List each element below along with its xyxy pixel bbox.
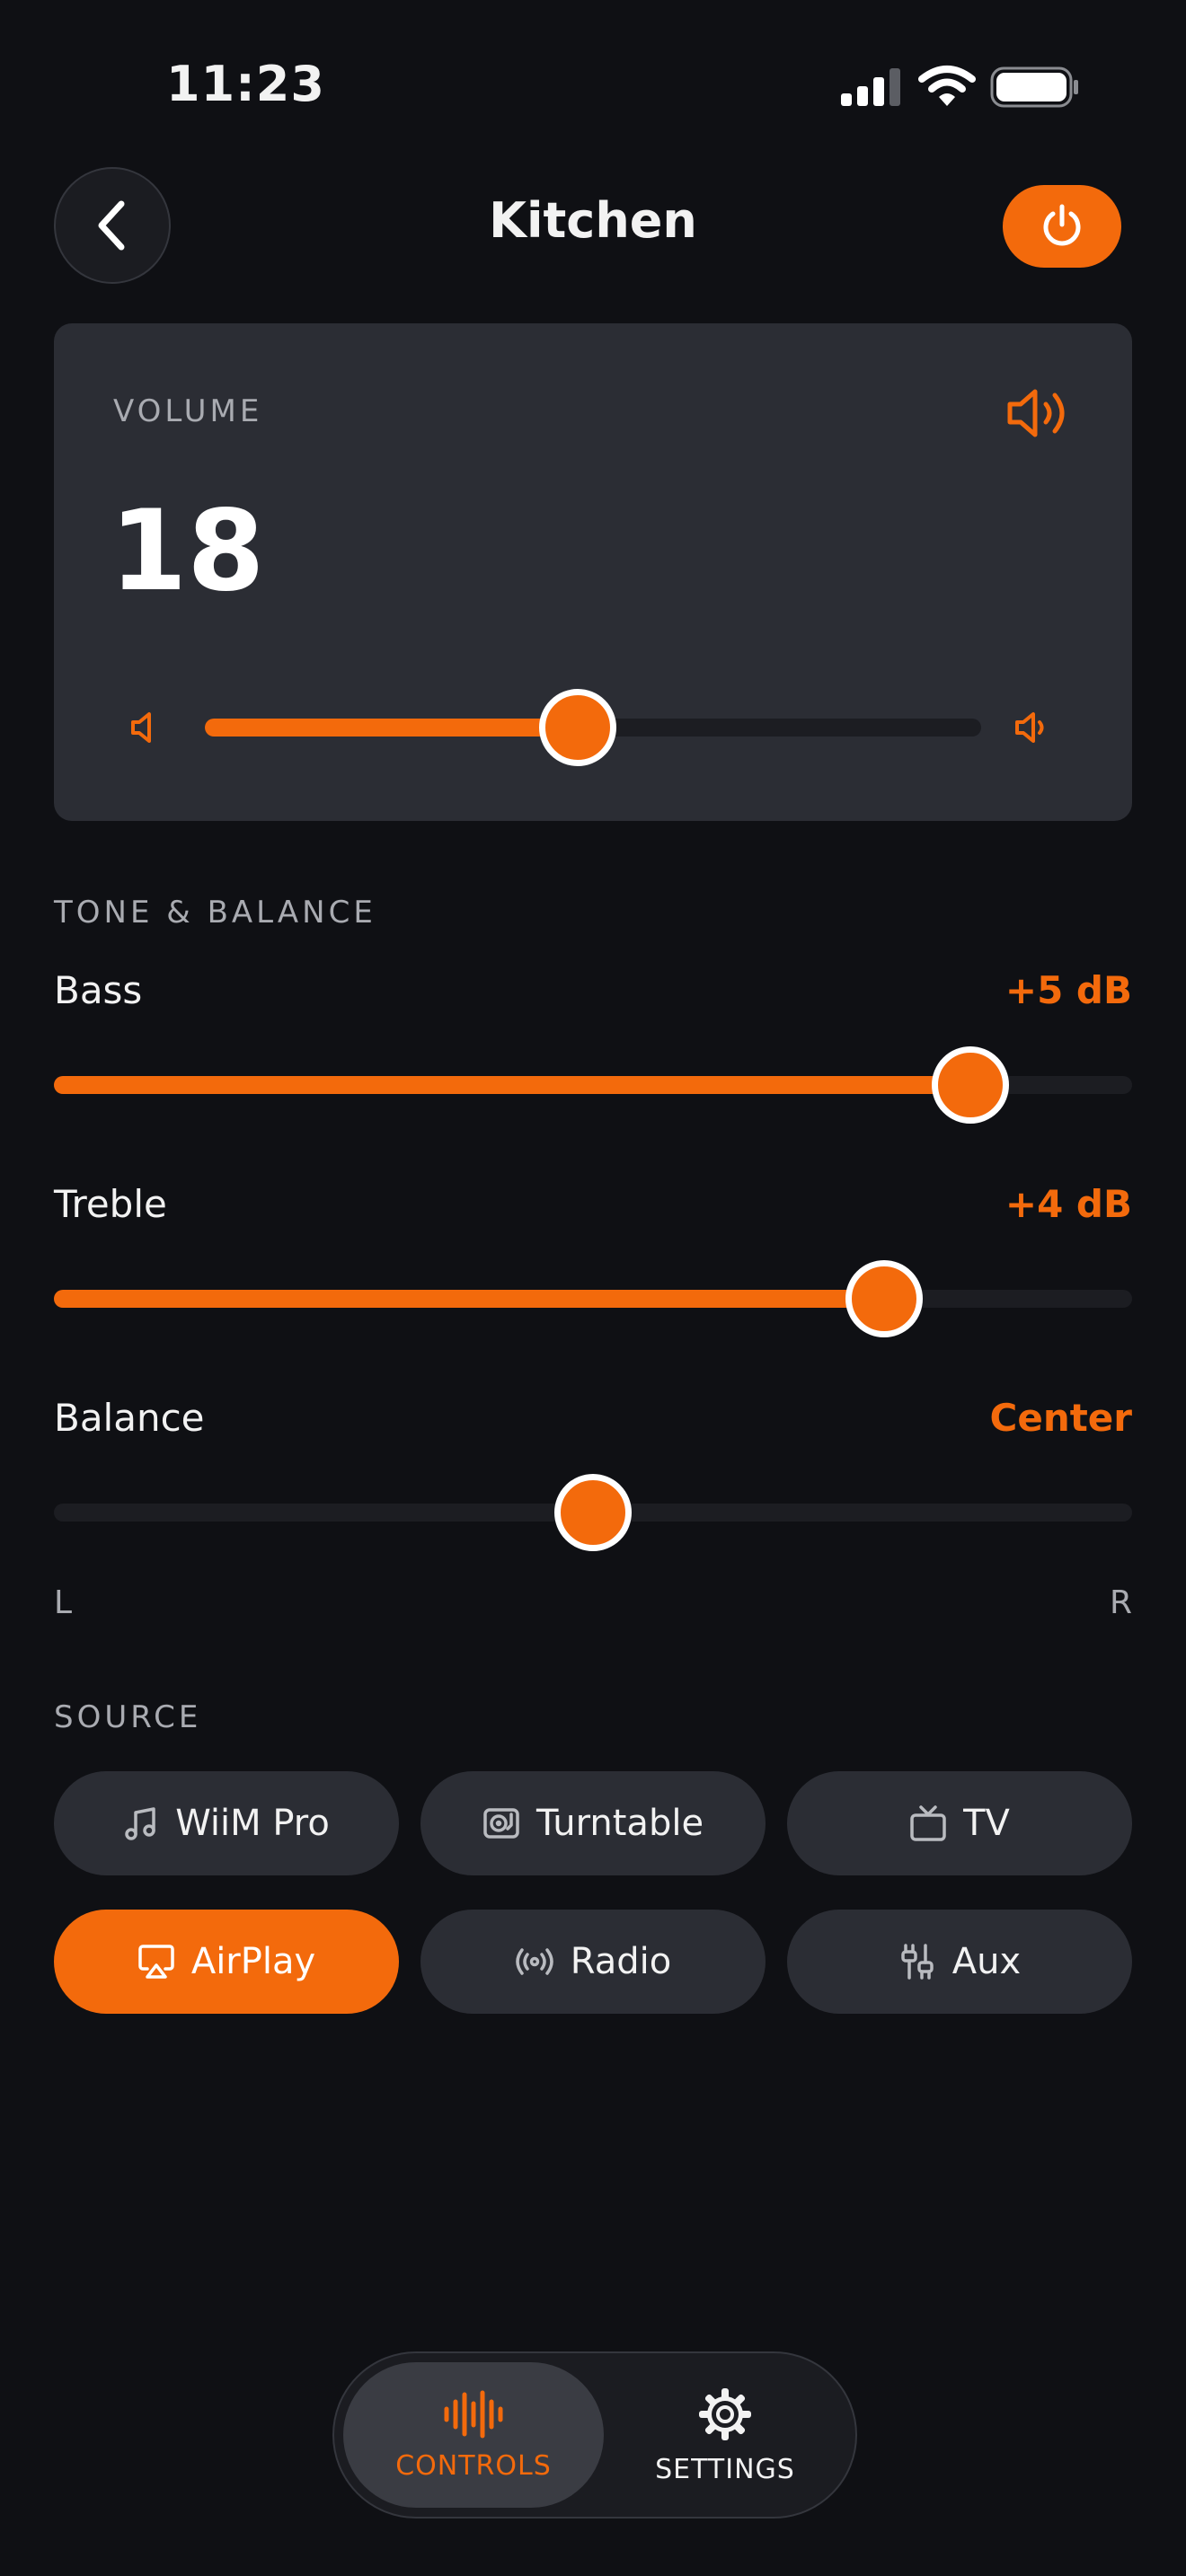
wifi-icon	[918, 65, 976, 108]
source-chip-label: Turntable	[535, 1803, 704, 1844]
aux-cable-icon	[898, 1943, 936, 1981]
source-chip-label: Radio	[570, 1941, 672, 1982]
source-chip-tv[interactable]: TV	[787, 1771, 1132, 1875]
volume-slider-thumb[interactable]	[538, 689, 616, 766]
volume-slider[interactable]	[205, 689, 981, 766]
turntable-icon	[482, 1807, 520, 1839]
balance-label: Balance	[54, 1396, 205, 1440]
power-button[interactable]	[1003, 185, 1121, 268]
tab-settings[interactable]: SETTINGS	[604, 2362, 846, 2508]
source-chip-label: WiiM Pro	[175, 1803, 330, 1844]
status-time: 11:23	[166, 56, 325, 112]
bass-value: +5 dB	[1005, 968, 1132, 1012]
bass-label: Bass	[54, 968, 143, 1012]
source-chip-wiim-pro[interactable]: WiiM Pro	[54, 1771, 399, 1875]
speaker-volume-icon[interactable]	[1005, 384, 1073, 442]
balance-right-label: R	[1109, 1584, 1132, 1621]
airplay-icon	[137, 1944, 175, 1980]
bass-slider-fill	[54, 1076, 970, 1094]
tab-controls[interactable]: CONTROLS	[343, 2362, 604, 2508]
treble-label: Treble	[54, 1182, 167, 1226]
balance-slider[interactable]	[54, 1474, 1132, 1551]
bass-slider-thumb[interactable]	[932, 1046, 1009, 1124]
gear-icon	[696, 2386, 754, 2443]
source-chip-aux[interactable]: Aux	[787, 1910, 1132, 2014]
tab-controls-label: CONTROLS	[395, 2449, 552, 2482]
treble-slider[interactable]	[54, 1260, 1132, 1337]
power-icon	[1040, 203, 1084, 250]
source-section-label: SOURCE	[54, 1699, 202, 1735]
bass-slider[interactable]	[54, 1046, 1132, 1124]
volume-value: 18	[110, 487, 265, 616]
tone-section-label: TONE & BALANCE	[54, 895, 376, 931]
source-chip-label: Aux	[951, 1941, 1022, 1982]
tab-settings-label: SETTINGS	[655, 2453, 795, 2485]
cellular-signal-icon	[839, 66, 900, 106]
source-chip-radio[interactable]: Radio	[420, 1910, 766, 2014]
waveform-icon	[441, 2389, 506, 2439]
source-chip-airplay[interactable]: AirPlay	[54, 1910, 399, 2014]
treble-value: +4 dB	[1005, 1182, 1132, 1226]
balance-left-label: L	[54, 1584, 73, 1621]
radio-icon	[515, 1947, 554, 1976]
volume-max-icon[interactable]	[1013, 710, 1049, 745]
volume-min-icon[interactable]	[129, 710, 156, 745]
battery-icon	[990, 66, 1080, 108]
music-note-icon	[123, 1805, 159, 1841]
balance-slider-thumb[interactable]	[554, 1474, 632, 1551]
volume-label: VOLUME	[113, 393, 263, 429]
source-chip-label: TV	[963, 1803, 1010, 1844]
source-chip-label: AirPlay	[190, 1941, 316, 1982]
source-chip-turntable[interactable]: Turntable	[420, 1771, 766, 1875]
balance-value: Center	[989, 1396, 1132, 1440]
volume-slider-fill	[205, 719, 578, 737]
tv-icon	[909, 1804, 947, 1842]
treble-slider-thumb[interactable]	[845, 1260, 923, 1337]
treble-slider-fill	[54, 1290, 884, 1308]
